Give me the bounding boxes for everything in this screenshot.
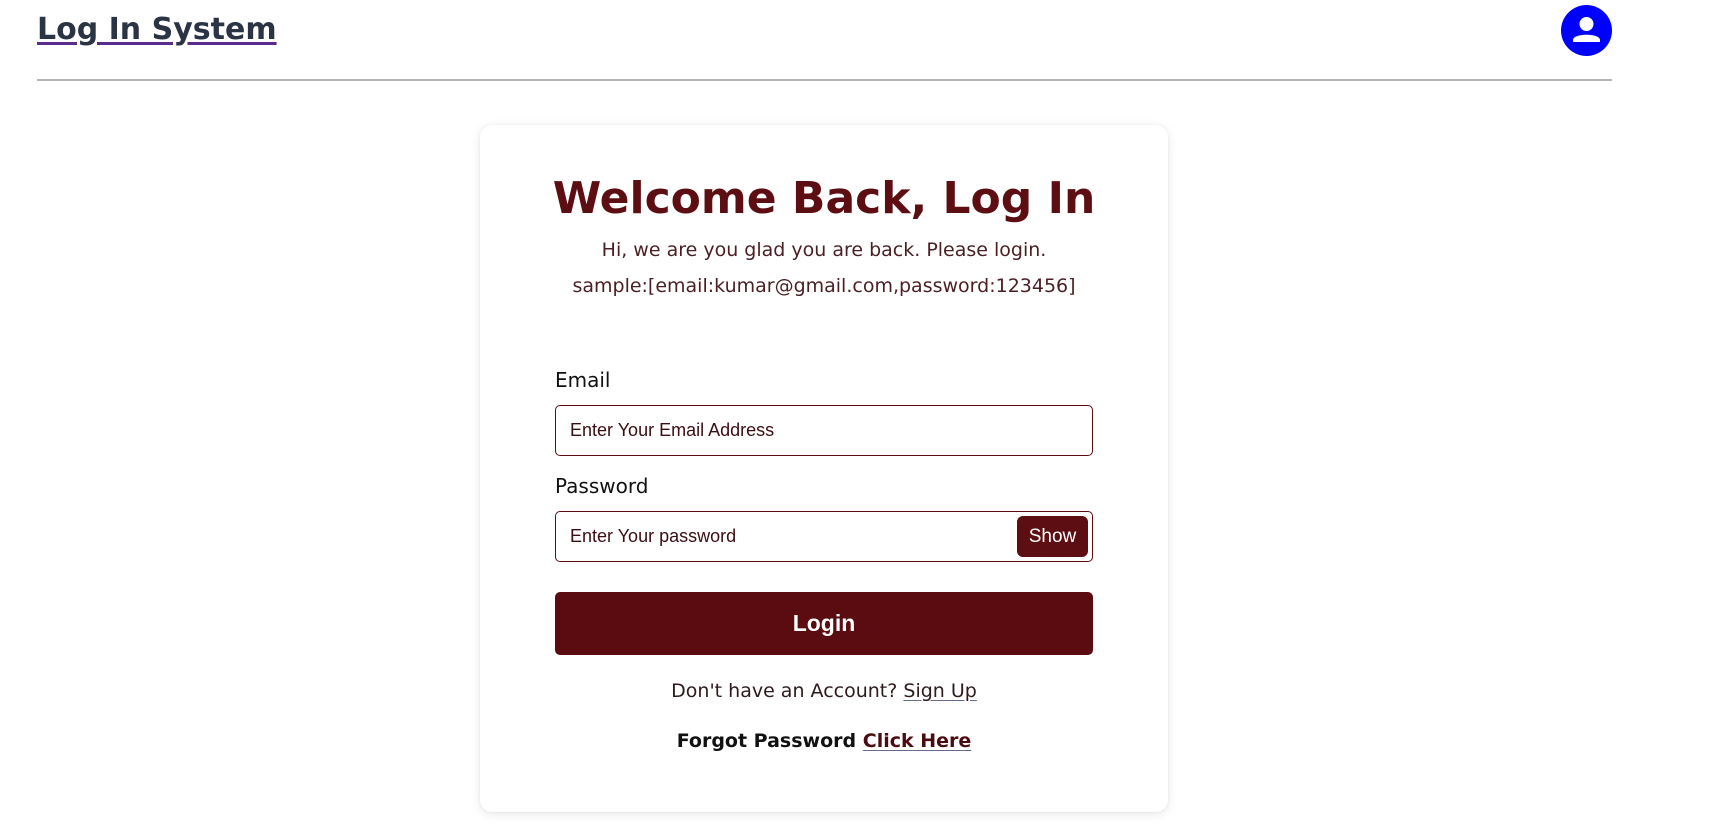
forgot-password-link[interactable]: Click Here: [863, 730, 972, 752]
brand-link[interactable]: Log In System: [37, 12, 277, 47]
login-button[interactable]: Login: [555, 592, 1093, 655]
user-avatar-button[interactable]: [1561, 5, 1612, 56]
password-label: Password: [555, 474, 649, 498]
signup-prompt: Don't have an Account? Sign Up: [480, 680, 1168, 702]
header-divider: [37, 79, 1612, 81]
user-icon: [1573, 17, 1600, 42]
email-input[interactable]: [570, 406, 1050, 455]
show-password-button[interactable]: Show: [1017, 516, 1088, 557]
sample-credentials: sample:[email:kumar@gmail.com,password:1…: [572, 275, 1076, 297]
email-field-box: [555, 405, 1093, 456]
signup-prompt-text: Don't have an Account?: [671, 680, 898, 702]
welcome-subtitle: Hi, we are you glad you are back. Please…: [601, 239, 1047, 261]
forgot-password-prompt: Forgot Password Click Here: [480, 730, 1168, 752]
top-navbar: Log In System: [0, 0, 1723, 81]
password-input[interactable]: [570, 512, 1010, 561]
email-label: Email: [555, 368, 611, 392]
forgot-password-text: Forgot Password: [676, 730, 857, 752]
login-card: Welcome Back, Log In Hi, we are you glad…: [480, 125, 1168, 812]
password-field-box: Show: [555, 511, 1093, 562]
signup-link[interactable]: Sign Up: [903, 680, 976, 702]
page-title: Welcome Back, Log In: [552, 173, 1096, 224]
